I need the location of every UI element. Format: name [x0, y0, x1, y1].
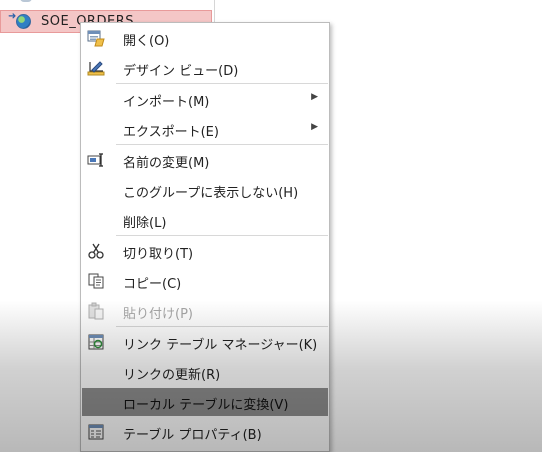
menu-item-open[interactable]: 開く(O) — [82, 24, 328, 52]
menu-item-label: リンク テーブル マネージャー(K) — [123, 338, 318, 353]
menu-item-label: リンクの更新(R) — [123, 368, 221, 383]
menu-separator — [116, 235, 328, 236]
design-view-icon — [87, 61, 105, 76]
menu-item-label: このグループに表示しない(H) — [123, 186, 299, 201]
menu-separator — [116, 326, 328, 327]
menu-item-table-properties[interactable]: テーブル プロパティ(B) — [82, 418, 328, 446]
context-menu: 開く(O) デザイン ビュー(D) インポート(M) ▶ エクスポート(E) ▶… — [80, 22, 330, 452]
menu-item-copy[interactable]: コピー(C) — [82, 267, 328, 295]
menu-separator — [116, 144, 328, 145]
menu-item-convert-to-local-table[interactable]: ローカル テーブルに変換(V) — [82, 388, 328, 416]
submenu-arrow-icon: ▶ — [311, 92, 318, 102]
menu-item-label: 貼り付け(P) — [123, 307, 193, 322]
menu-item-linked-table-manager[interactable]: リンク テーブル マネージャー(K) — [82, 328, 328, 356]
open-form-icon — [87, 30, 105, 47]
linked-table-manager-icon — [88, 334, 104, 350]
menu-item-label: エクスポート(E) — [123, 125, 219, 140]
nav-item-previous[interactable] — [0, 0, 212, 6]
menu-item-label: 切り取り(T) — [123, 247, 194, 262]
menu-item-label: テーブル プロパティ(B) — [123, 428, 262, 443]
table-properties-icon — [88, 424, 104, 440]
menu-separator — [116, 83, 328, 84]
paste-icon — [88, 302, 104, 320]
rename-icon — [87, 153, 103, 167]
menu-item-label: 名前の変更(M) — [123, 156, 210, 171]
menu-item-rename[interactable]: 名前の変更(M) — [82, 146, 328, 174]
menu-item-label: インポート(M) — [123, 95, 210, 110]
menu-item-design-view[interactable]: デザイン ビュー(D) — [82, 54, 328, 82]
menu-item-import[interactable]: インポート(M) ▶ — [82, 85, 328, 113]
menu-item-paste[interactable]: 貼り付け(P) — [82, 297, 328, 325]
menu-item-label: コピー(C) — [123, 277, 182, 292]
menu-item-delete[interactable]: 削除(L) — [82, 206, 328, 234]
copy-icon — [88, 273, 104, 289]
globe-icon — [16, 14, 31, 29]
menu-item-cut[interactable]: 切り取り(T) — [82, 237, 328, 265]
table-icon — [20, 0, 32, 2]
menu-item-refresh-link[interactable]: リンクの更新(R) — [82, 358, 328, 386]
menu-item-label: 削除(L) — [123, 216, 167, 231]
menu-item-export[interactable]: エクスポート(E) ▶ — [82, 115, 328, 143]
menu-item-label: デザイン ビュー(D) — [123, 64, 239, 79]
menu-item-hide-in-group[interactable]: このグループに表示しない(H) — [82, 176, 328, 204]
menu-item-label: ローカル テーブルに変換(V) — [123, 398, 289, 413]
submenu-arrow-icon: ▶ — [311, 122, 318, 132]
scissors-icon — [88, 243, 104, 259]
menu-item-label: 開く(O) — [123, 34, 170, 49]
